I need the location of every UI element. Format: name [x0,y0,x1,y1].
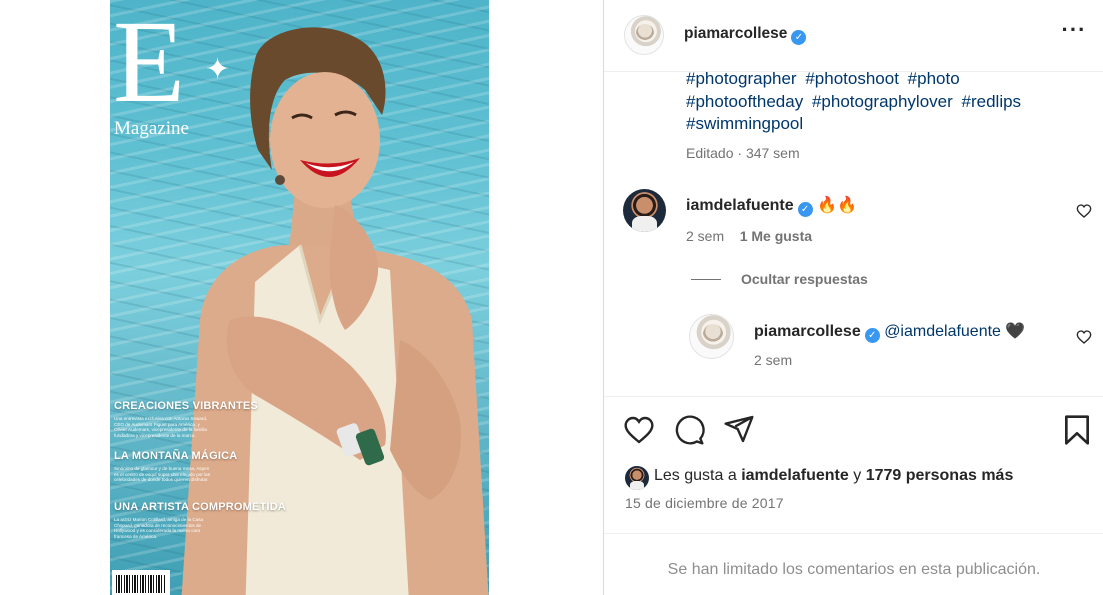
verified-badge-icon: ✓ [791,30,807,45]
comment-likes-count[interactable]: 1 Me gusta [740,228,812,244]
share-icon[interactable] [723,413,755,445]
comments-limited-notice: Se han limitado los comentarios en esta … [667,561,1041,578]
post-header: piamarcollese ✓ ··· [604,0,1103,72]
cover-heading-2: LA MONTAÑA MÁGICA [114,450,238,462]
magazine-logo-letter: E [113,0,186,127]
commenter-avatar[interactable] [623,189,666,232]
author-avatar[interactable] [624,15,664,55]
likes-avatar[interactable] [625,466,649,490]
author-username-row: piamarcollese ✓ [684,25,807,45]
likes-others-link[interactable]: 1779 personas más [866,467,1014,484]
reply-body: 🖤 [1005,323,1026,340]
cover-body-1: Una entrevista exclusiva con Antonio Sew… [114,416,208,438]
post-media-pane: E ✦ Magazine CREACIONES VIBRANTES Una en… [0,0,603,595]
hashtag-link[interactable]: #photographer [686,69,797,88]
reply-username[interactable]: piamarcollese [754,323,861,340]
magazine-logo-word: Magazine [114,118,189,139]
cover-body-3: La actriz Marion Cotillard, amiga de la … [114,517,204,539]
comment-meta: 2 sem 1 Me gusta [686,228,812,244]
cover-heading-1: CREACIONES VIBRANTES [114,400,258,412]
reply-text-row: piamarcollese ✓ @iamdelafuente 🖤 [754,321,1025,343]
reply-like-heart-icon[interactable] [1076,329,1092,345]
reply-avatar[interactable] [689,314,734,359]
likes-summary: Les gusta a iamdelafuente y 1779 persona… [654,467,1013,485]
barcode [112,570,170,595]
hashtag-link[interactable]: #photographylover [812,92,953,111]
verified-badge-icon: ✓ [797,202,813,217]
likes-prefix: Les gusta a [654,467,737,484]
hide-replies-line [691,279,721,280]
likes-conjunction: y [853,467,862,484]
cover-body-2: Sinónimo de glamour y de buena mesa, Asp… [114,466,211,482]
magazine-logo: E ✦ Magazine [113,0,230,140]
more-options-icon[interactable]: ··· [1060,19,1088,44]
hashtag-link[interactable]: #photooftheday [686,92,803,111]
magazine-cover-image[interactable]: E ✦ Magazine CREACIONES VIBRANTES Una en… [110,0,489,595]
comment-icon[interactable] [673,414,705,446]
bookmark-icon[interactable] [1061,414,1093,446]
edited-label: Editado [686,145,734,161]
hashtag-link[interactable]: #redlips [962,92,1022,111]
caption-hashtags: #photographer #photoshoot #photo #photoo… [686,68,1076,136]
caption-age[interactable]: 347 sem [746,145,800,161]
comment-age[interactable]: 2 sem [686,228,724,244]
post-detail-pane: piamarcollese ✓ ··· #photographer #photos… [603,0,1103,595]
post-date[interactable]: 15 de diciembre de 2017 [625,495,784,511]
likes-user-link[interactable]: iamdelafuente [741,467,849,484]
caption-meta: Editado · 347 sem [686,145,800,161]
hashtag-link[interactable]: #photoshoot [805,69,899,88]
verified-badge-icon: ✓ [864,328,880,343]
hashtag-link[interactable]: #photo [908,69,960,88]
comment-text-row: iamdelafuente ✓ 🔥🔥 [686,195,857,217]
comment-body: 🔥🔥 [817,197,857,214]
hashtag-link[interactable]: #swimmingpool [686,114,803,133]
author-username[interactable]: piamarcollese [684,25,787,42]
comment-like-heart-icon[interactable] [1076,203,1092,219]
logo-diamond-icon: ✦ [205,53,231,86]
heart-icon[interactable] [623,414,655,446]
cover-heading-3: UNA ARTISTA COMPROMETIDA [114,501,287,513]
commenter-username[interactable]: iamdelafuente [686,197,794,214]
reply-mention-link[interactable]: @iamdelafuente [884,323,1001,340]
reply-age[interactable]: 2 sem [754,352,792,368]
barcode-lines [116,575,166,593]
hide-replies-button[interactable]: Ocultar respuestas [741,271,868,287]
